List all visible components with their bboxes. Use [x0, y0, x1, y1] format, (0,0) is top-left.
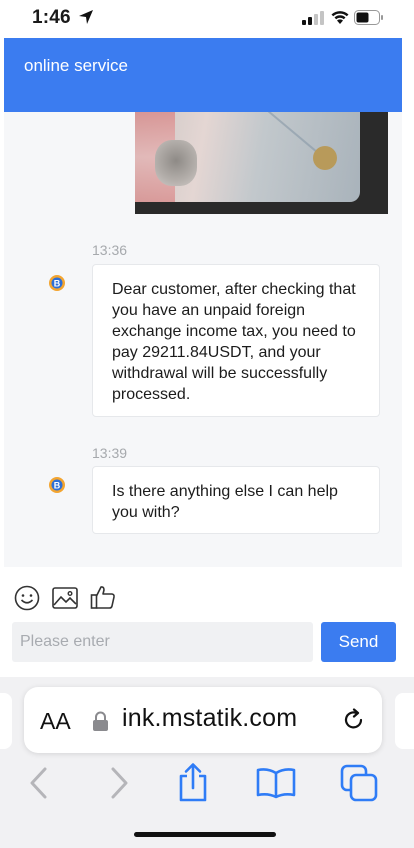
- id-card-photo[interactable]: [135, 112, 388, 214]
- reload-icon[interactable]: [342, 708, 366, 732]
- browser-toolbar: AA ink.mstatik.com: [0, 677, 414, 848]
- tabs-icon[interactable]: [340, 764, 378, 802]
- page-title: online service: [24, 56, 128, 75]
- reader-options-button[interactable]: AA: [40, 708, 71, 735]
- id-card-face: [155, 140, 197, 186]
- agent-avatar-icon: B: [49, 477, 65, 493]
- share-icon[interactable]: [176, 762, 210, 802]
- back-icon[interactable]: [28, 766, 50, 800]
- message-timestamp: 13:39: [92, 445, 128, 461]
- status-bar: 1:46: [0, 0, 414, 38]
- signal-icon: [302, 11, 324, 25]
- svg-text:B: B: [54, 481, 61, 491]
- chat-header: online service: [4, 38, 402, 112]
- next-tab-card[interactable]: [395, 693, 414, 749]
- battery-icon: [354, 10, 383, 25]
- emoji-icon[interactable]: [14, 585, 40, 611]
- status-time: 1:46: [32, 7, 71, 28]
- bookmarks-icon[interactable]: [256, 767, 296, 799]
- lock-icon: [93, 711, 108, 731]
- message-bubble: Dear customer, after checking that you h…: [92, 264, 380, 417]
- location-arrow-icon: [79, 10, 93, 24]
- agent-avatar-icon: B: [49, 275, 65, 291]
- id-card-seal: [313, 146, 337, 170]
- url-text[interactable]: ink.mstatik.com: [122, 704, 297, 733]
- address-bar[interactable]: AA ink.mstatik.com: [24, 687, 382, 753]
- message-timestamp: 13:36: [92, 242, 128, 258]
- thumbs-up-icon[interactable]: [90, 584, 116, 610]
- svg-text:B: B: [54, 279, 61, 289]
- forward-icon[interactable]: [108, 766, 130, 800]
- id-card-image: [135, 112, 360, 207]
- message-bubble: Is there anything else I can help you wi…: [92, 466, 380, 534]
- message-input[interactable]: [12, 622, 313, 662]
- chat-messages[interactable]: 13:36 B Dear customer, after checking th…: [4, 112, 402, 567]
- previous-tab-card[interactable]: [0, 693, 12, 749]
- wifi-icon: [331, 11, 349, 24]
- composer: Send: [4, 567, 402, 677]
- home-indicator: [134, 832, 276, 837]
- send-button[interactable]: Send: [321, 622, 396, 662]
- image-icon[interactable]: [52, 586, 78, 610]
